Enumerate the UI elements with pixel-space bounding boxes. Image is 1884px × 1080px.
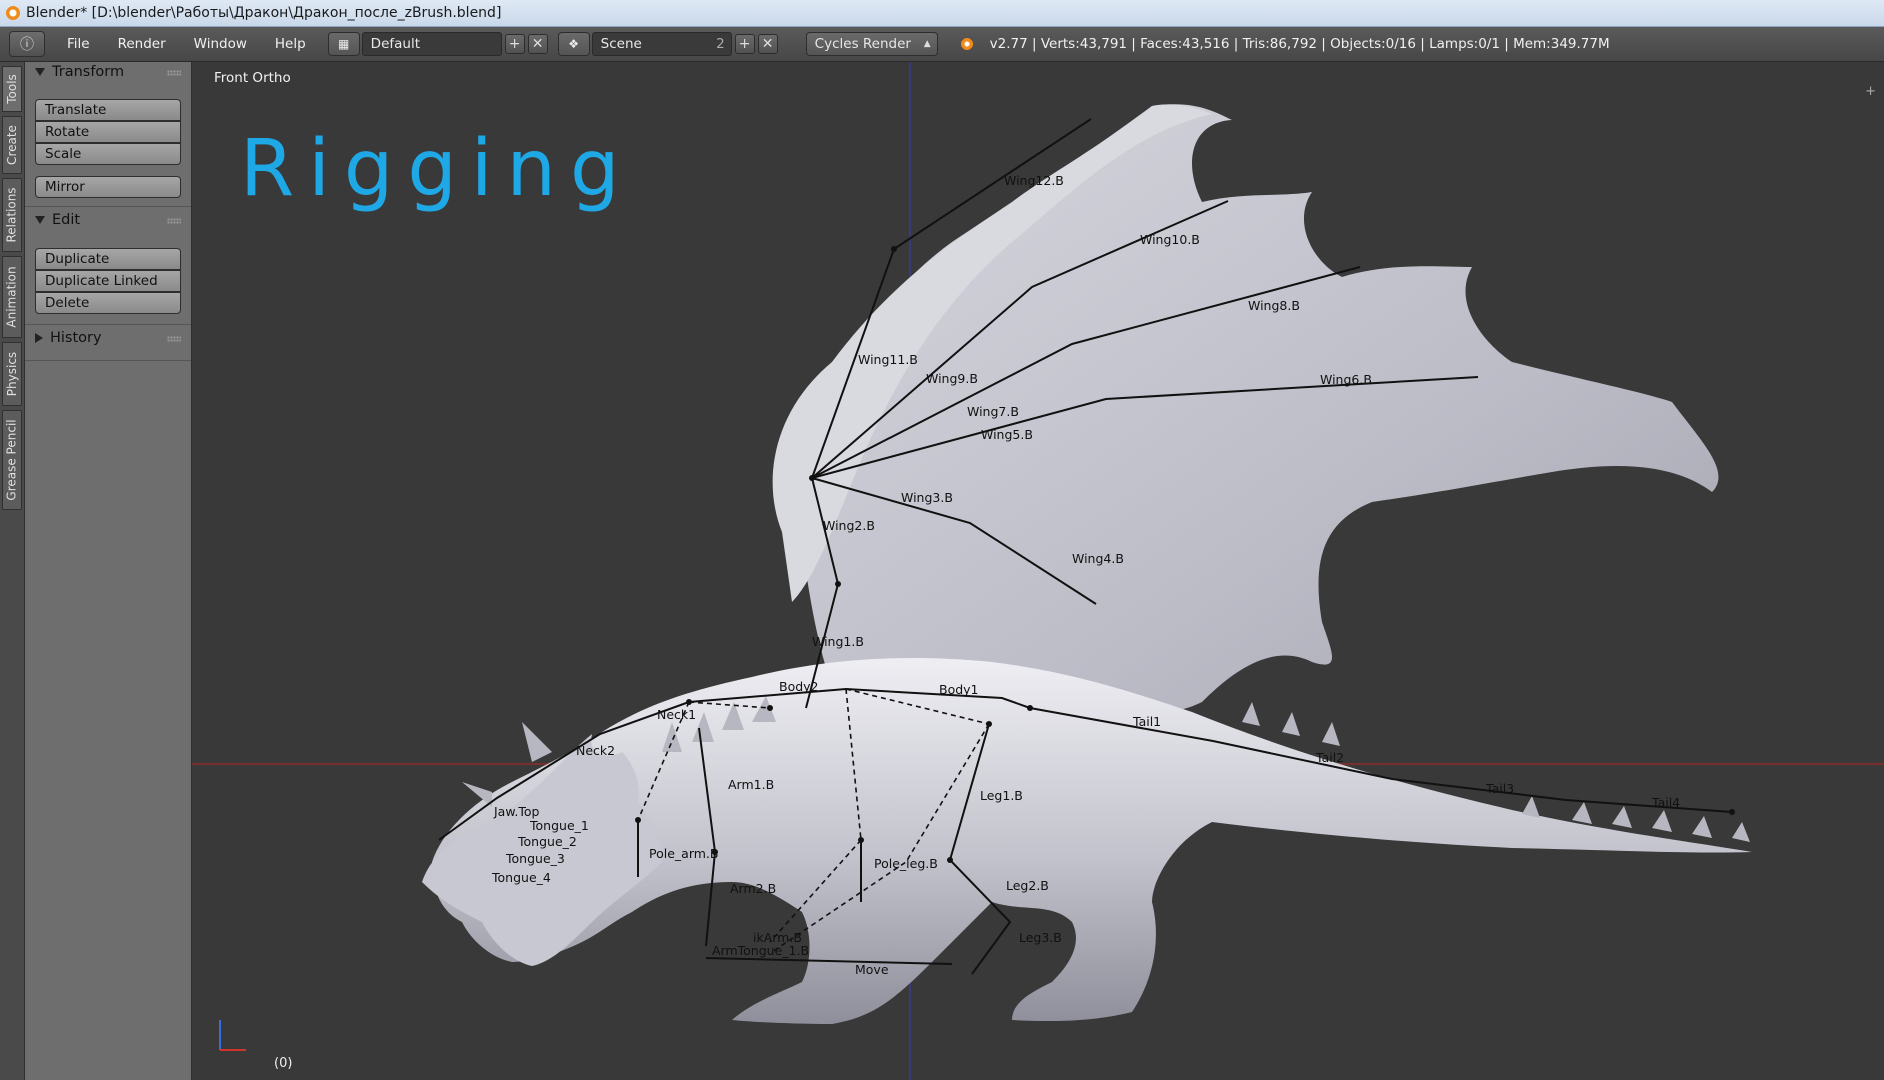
close-icon: ✕: [531, 36, 544, 52]
tab-create[interactable]: Create: [2, 116, 22, 174]
updown-arrow-icon: ▲: [923, 39, 931, 49]
bone-label: Tongue_4: [491, 870, 551, 885]
properties-toggle-icon[interactable]: +: [1865, 84, 1876, 99]
tab-animation[interactable]: Animation: [2, 256, 22, 338]
tab-tools[interactable]: Tools: [2, 66, 22, 112]
bone-label: Move: [855, 962, 889, 977]
scene-statistics: v2.77 | Verts:43,791 | Faces:43,516 | Tr…: [989, 36, 1610, 52]
bone-label: ArmTongue_1.B: [712, 943, 809, 958]
bone-label: Wing3.B: [901, 490, 953, 505]
panel-divider: [25, 360, 191, 361]
bone-label: Jaw.Top: [493, 804, 540, 819]
blender-logo-icon: [6, 6, 20, 20]
panel-grip-icon[interactable]: [167, 336, 181, 342]
transform-panel-header[interactable]: Transform: [35, 64, 185, 80]
scale-button[interactable]: Scale: [35, 143, 181, 165]
window-title: Blender* [D:\blender\Работы\Дракон\Драко…: [26, 5, 502, 21]
scene-users-count: 2: [716, 36, 725, 52]
screen-layout-selector[interactable]: ▦: [327, 32, 360, 56]
history-panel-header[interactable]: History: [35, 330, 185, 346]
dragon-wing: [795, 104, 1719, 755]
tab-physics[interactable]: Physics: [2, 342, 22, 406]
duplicate-button[interactable]: Duplicate: [35, 248, 181, 270]
plus-icon: +: [508, 36, 521, 52]
duplicate-linked-button[interactable]: Duplicate Linked: [35, 270, 181, 292]
expand-down-icon: [35, 216, 45, 224]
delete-layout-button[interactable]: ✕: [527, 34, 548, 54]
bone-label: Wing6.B: [1320, 372, 1372, 387]
tab-relations[interactable]: Relations: [2, 178, 22, 252]
bone-label: Arm2.B: [730, 881, 776, 896]
tool-shelf: Transform Translate Rotate Scale Mirror …: [25, 62, 192, 1080]
bone-label: Neck2: [576, 743, 615, 758]
close-icon: ✕: [761, 36, 774, 52]
bone-label: Wing9.B: [926, 371, 978, 386]
bone-label: Leg2.B: [1006, 878, 1049, 893]
bone-label: Wing4.B: [1072, 551, 1124, 566]
annotation-text: Rigging: [240, 124, 634, 214]
layout-grid-icon: ▦: [338, 37, 350, 51]
panel-grip-icon[interactable]: [167, 218, 181, 224]
bone-label: Body2: [779, 679, 819, 694]
info-header: ⓘ File Render Window Help ▦ Default + ✕ …: [0, 27, 1884, 62]
bone-label: Wing1.B: [812, 634, 864, 649]
bone-label: Neck1: [657, 707, 696, 722]
bone-label: Tail2: [1315, 750, 1344, 765]
view-name-label: Front Ortho: [214, 70, 291, 86]
translate-button[interactable]: Translate: [35, 99, 181, 121]
editor-type-button[interactable]: ⓘ: [9, 31, 45, 57]
bone-label: Pole_arm.B: [649, 846, 718, 861]
bone-label: Tongue_1: [529, 818, 589, 833]
bone-label: Wing5.B: [981, 427, 1033, 442]
bone-label: Tail4: [1651, 795, 1680, 810]
panel-divider: [25, 206, 191, 207]
menu-file[interactable]: File: [53, 36, 104, 52]
mirror-button[interactable]: Mirror: [35, 176, 181, 198]
bone-label: Pole_leg.B: [874, 856, 938, 871]
panel-grip-icon[interactable]: [167, 70, 181, 76]
plus-icon: +: [738, 36, 751, 52]
expand-down-icon: [35, 68, 45, 76]
panel-divider: [25, 324, 191, 325]
viewport-canvas: Wing12.B Wing10.B Wing8.B Wing6.B Wing11…: [192, 62, 1884, 1080]
menu-render[interactable]: Render: [104, 36, 180, 52]
bone-label: Wing8.B: [1248, 298, 1300, 313]
bone-label: Wing12.B: [1004, 173, 1064, 188]
window-titlebar: Blender* [D:\blender\Работы\Дракон\Драко…: [0, 0, 1884, 27]
delete-button[interactable]: Delete: [35, 292, 181, 314]
axis-gizmo: [219, 1020, 246, 1051]
blender-orange-icon: [959, 37, 974, 51]
bone-label: Wing2.B: [823, 518, 875, 533]
info-icon: ⓘ: [20, 37, 34, 53]
bone-label: Tail1: [1132, 714, 1161, 729]
tab-grease-pencil[interactable]: Grease Pencil: [2, 410, 22, 510]
menu-help[interactable]: Help: [261, 36, 320, 52]
scene-field[interactable]: Scene 2: [591, 32, 732, 56]
bone-label: Wing11.B: [858, 352, 918, 367]
bone-label: Tail3: [1485, 781, 1514, 796]
tool-tabs: Tools Create Relations Animation Physics…: [0, 62, 25, 1080]
3d-viewport[interactable]: Wing12.B Wing10.B Wing8.B Wing6.B Wing11…: [192, 62, 1884, 1080]
add-layout-button[interactable]: +: [504, 34, 525, 54]
add-scene-button[interactable]: +: [734, 34, 755, 54]
menu-window[interactable]: Window: [180, 36, 261, 52]
expand-right-icon: [35, 333, 43, 343]
screen-layout-field[interactable]: Default: [361, 32, 502, 56]
render-engine-dropdown[interactable]: Cycles Render ▲: [805, 32, 938, 56]
edit-panel-header[interactable]: Edit: [35, 212, 185, 228]
bone-label: Tongue_3: [505, 851, 565, 866]
bone-label: Wing10.B: [1140, 232, 1200, 247]
scene-icon: ❖: [568, 37, 580, 51]
bone-label: Leg1.B: [980, 788, 1023, 803]
bone-label: Body1: [939, 682, 979, 697]
bone-label: Tongue_2: [517, 834, 577, 849]
scene-selector[interactable]: ❖: [557, 32, 590, 56]
bone-label: Wing7.B: [967, 404, 1019, 419]
bone-label: Arm1.B: [728, 777, 774, 792]
delete-scene-button[interactable]: ✕: [757, 34, 778, 54]
frame-number: (0): [274, 1056, 293, 1071]
bone-label: Leg3.B: [1019, 930, 1062, 945]
rotate-button[interactable]: Rotate: [35, 121, 181, 143]
